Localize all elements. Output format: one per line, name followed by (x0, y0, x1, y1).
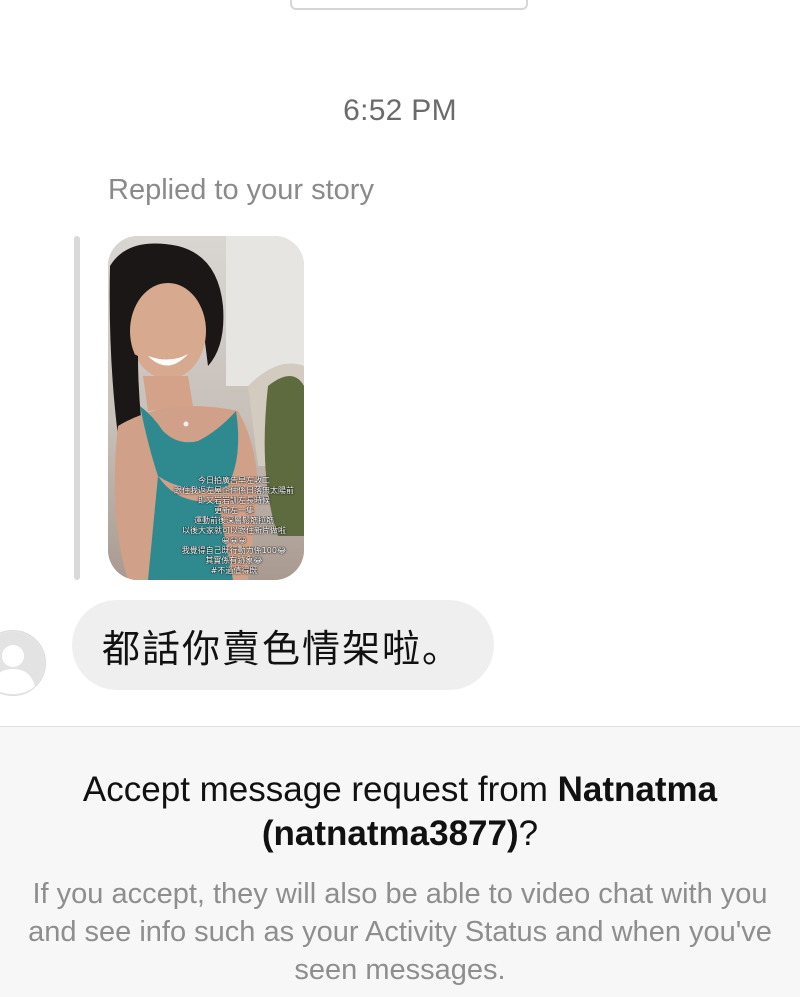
message-text: 都話你賣色情架啦。 (102, 626, 463, 671)
story-caption-line: 運動前後深層鬆筋拉筋 (194, 516, 274, 525)
requester-name: Natnatma (557, 770, 718, 809)
story-caption-line: 今日拍廣告早左收工 (198, 476, 270, 485)
request-title: Accept message request from Natnatma (na… (0, 768, 800, 856)
message-bubble[interactable]: 都話你賣色情架啦。 (72, 600, 494, 690)
message-timestamp: 6:52 PM (343, 94, 457, 127)
requester-username: (natnatma3877) (261, 814, 519, 853)
reply-quote-bar (74, 236, 80, 580)
story-caption-line: 其實係有跡象😂 (205, 556, 263, 565)
story-thumbnail[interactable]: 今日拍廣告早左收工 跟住我返左屋企仲係日落無太陽前 即又岩岩訓左長時候 更新左一… (108, 236, 304, 580)
story-caption-line: 😀😀😀 (221, 536, 247, 545)
default-user-icon (0, 632, 44, 694)
request-info-line: and see info such as your Activity Statu… (28, 916, 772, 948)
story-caption-line: 跟住我返左屋企仲係日落無太陽前 (174, 486, 294, 495)
story-caption: 今日拍廣告早左收工 跟住我返左屋企仲係日落無太陽前 即又岩岩訓左長時候 更新左一… (164, 476, 304, 576)
story-caption-line: 以後大家就可以跟住新片做啦 (182, 526, 286, 535)
request-info-line: seen messages. (294, 954, 506, 986)
story-caption-line: #不過值得既 (210, 566, 258, 575)
request-title-prefix: Accept message request from (82, 770, 558, 809)
story-caption-line: 更新左一集 (214, 506, 254, 515)
request-info-line: If you accept, they will also be able to… (32, 878, 768, 910)
sender-avatar[interactable] (0, 630, 46, 696)
replied-to-story-label: Replied to your story (108, 174, 374, 206)
story-caption-line: 即又岩岩訓左長時候 (198, 496, 270, 505)
request-info-text: If you accept, they will also be able to… (0, 875, 800, 989)
request-title-suffix: ? (518, 814, 539, 853)
top-pill-button[interactable] (290, 0, 528, 10)
story-caption-line: 我覺得自己既行動力係100😂 (181, 546, 287, 555)
